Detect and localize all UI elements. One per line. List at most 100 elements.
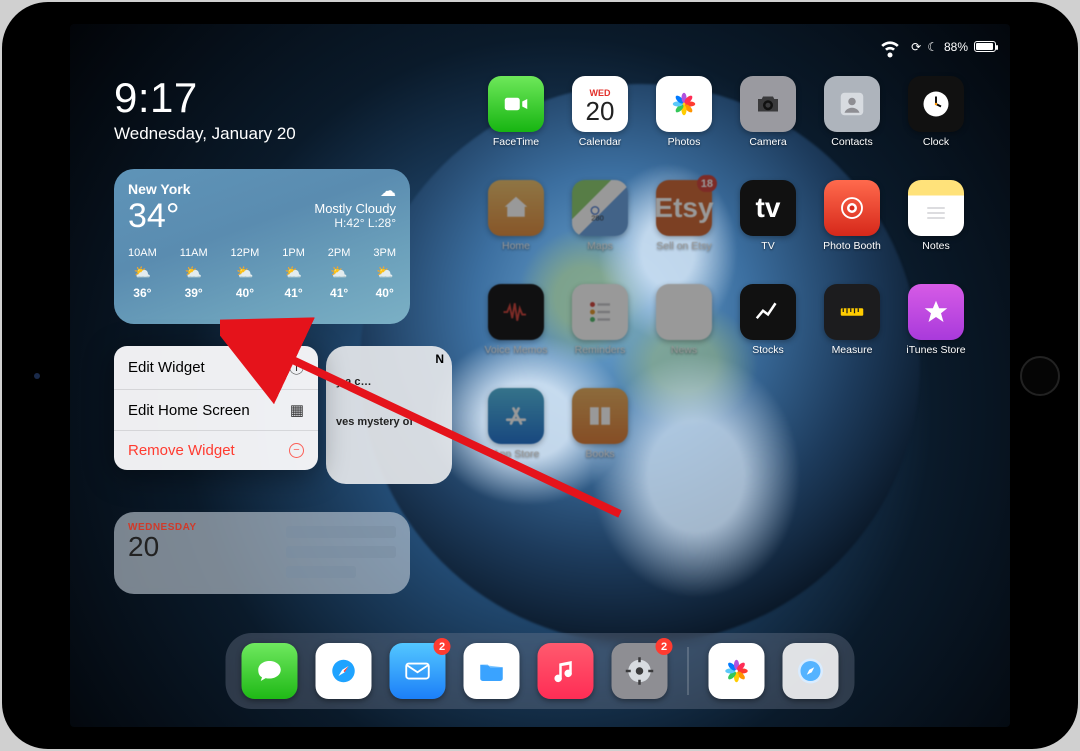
date: Wednesday, January 20 bbox=[114, 124, 296, 144]
dock: 2 2 bbox=[226, 633, 855, 709]
app-label: Notes bbox=[922, 240, 949, 252]
menu-remove-widget[interactable]: Remove Widget − bbox=[114, 431, 318, 470]
app-tv[interactable]: tv TV bbox=[726, 180, 810, 284]
dock-recent-safari[interactable] bbox=[783, 643, 839, 699]
dock-recent-photos[interactable] bbox=[709, 643, 765, 699]
app-label: News bbox=[671, 344, 697, 356]
clock-block: 9:17 Wednesday, January 20 bbox=[114, 74, 296, 144]
menu-label: Edit Home Screen bbox=[128, 402, 250, 419]
app-books[interactable]: Books bbox=[558, 388, 642, 492]
dock-safari[interactable] bbox=[316, 643, 372, 699]
app-voice-memos[interactable]: Voice Memos bbox=[474, 284, 558, 388]
hourly-forecast: 10AM⛅36° 11AM⛅39° 12PM⛅40° 1PM⛅41° 2PM⛅4… bbox=[128, 247, 396, 300]
wifi-icon bbox=[875, 30, 905, 63]
app-label: Reminders bbox=[575, 344, 626, 356]
tv-text: tv bbox=[756, 192, 781, 224]
app-stocks[interactable]: Stocks bbox=[726, 284, 810, 388]
notification-badge: 2 bbox=[656, 638, 673, 655]
app-maps[interactable]: 280Maps bbox=[558, 180, 642, 284]
app-photo-booth[interactable]: Photo Booth bbox=[810, 180, 894, 284]
weather-widget[interactable]: New York 34° ☁ Mostly Cloudy H:42° L:28°… bbox=[114, 169, 410, 324]
home-button[interactable] bbox=[1020, 356, 1060, 396]
partly-cloudy-icon: ⛅ bbox=[134, 264, 151, 281]
weather-location: New York bbox=[128, 181, 191, 197]
app-label: Books bbox=[585, 448, 614, 460]
news-headline: ves mystery of bbox=[336, 416, 442, 428]
app-label: Measure bbox=[832, 344, 873, 356]
app-label: Contacts bbox=[831, 136, 872, 148]
menu-label: Edit Widget bbox=[128, 359, 205, 376]
partly-cloudy-icon: ⛅ bbox=[236, 264, 253, 281]
app-news[interactable]: N News bbox=[642, 284, 726, 388]
app-contacts[interactable]: Contacts bbox=[810, 76, 894, 180]
hour-temp: 39° bbox=[185, 286, 203, 300]
dock-divider bbox=[688, 647, 689, 695]
widget-context-menu: Edit Widget ⓘ Edit Home Screen ▦ Remove … bbox=[114, 346, 318, 470]
dock-messages[interactable] bbox=[242, 643, 298, 699]
home-app-grid: FaceTime WED20Calendar Photos Camera Con… bbox=[474, 76, 978, 492]
app-label: Home bbox=[502, 240, 530, 252]
partly-cloudy-icon: ⛅ bbox=[330, 264, 347, 281]
calendar-widget[interactable]: WEDNESDAY 20 bbox=[114, 512, 410, 594]
ipad-frame: ⟳ ☾ 88% 9:17 Wednesday, January 20 New Y… bbox=[2, 2, 1078, 749]
app-clock[interactable]: Clock bbox=[894, 76, 978, 180]
menu-edit-home-screen[interactable]: Edit Home Screen ▦ bbox=[114, 390, 318, 431]
time: 9:17 bbox=[114, 74, 296, 122]
news-widget[interactable]: N y a c… ves mystery of bbox=[326, 346, 452, 484]
app-camera[interactable]: Camera bbox=[726, 76, 810, 180]
dock-mail[interactable]: 2 bbox=[390, 643, 446, 699]
app-label: Camera bbox=[749, 136, 786, 148]
app-label: Calendar bbox=[579, 136, 622, 148]
news-headline: y a c… bbox=[336, 376, 442, 388]
weather-hilo: H:42° L:28° bbox=[314, 216, 396, 230]
menu-label: Remove Widget bbox=[128, 442, 235, 459]
partly-cloudy-icon: ⛅ bbox=[376, 264, 393, 281]
app-label: Stocks bbox=[752, 344, 784, 356]
app-facetime[interactable]: FaceTime bbox=[474, 76, 558, 180]
orientation-lock-icon: ⟳ bbox=[911, 40, 921, 54]
hour-label: 10AM bbox=[128, 247, 157, 259]
dnd-icon: ☾ bbox=[927, 40, 938, 54]
hour-label: 11AM bbox=[180, 247, 208, 259]
dock-settings[interactable]: 2 bbox=[612, 643, 668, 699]
app-home[interactable]: Home bbox=[474, 180, 558, 284]
dock-music[interactable] bbox=[538, 643, 594, 699]
calendar-events-placeholder bbox=[286, 526, 396, 578]
menu-edit-widget[interactable]: Edit Widget ⓘ bbox=[114, 346, 318, 390]
info-icon: ⓘ bbox=[289, 357, 304, 378]
hour-temp: 40° bbox=[376, 286, 394, 300]
app-label: Voice Memos bbox=[484, 344, 547, 356]
weather-temp: 34° bbox=[128, 199, 191, 233]
app-label: Photos bbox=[668, 136, 701, 148]
hour-temp: 36° bbox=[133, 286, 151, 300]
hour-temp: 40° bbox=[236, 286, 254, 300]
app-label: TV bbox=[761, 240, 774, 252]
hour-label: 3PM bbox=[373, 247, 396, 259]
app-label: FaceTime bbox=[493, 136, 539, 148]
app-measure[interactable]: Measure bbox=[810, 284, 894, 388]
app-label: iTunes Store bbox=[906, 344, 965, 356]
app-etsy[interactable]: Etsy18Sell on Etsy bbox=[642, 180, 726, 284]
status-bar: ⟳ ☾ 88% bbox=[875, 30, 996, 63]
app-notes[interactable]: Notes bbox=[894, 180, 978, 284]
cloud-icon: ☁ bbox=[314, 181, 396, 201]
app-itunes-store[interactable]: iTunes Store bbox=[894, 284, 978, 388]
app-label: App Store bbox=[493, 448, 540, 460]
partly-cloudy-icon: ⛅ bbox=[185, 264, 202, 281]
app-reminders[interactable]: Reminders bbox=[558, 284, 642, 388]
notification-badge: 18 bbox=[697, 175, 717, 192]
hour-label: 12PM bbox=[231, 247, 260, 259]
minus-circle-icon: − bbox=[289, 443, 304, 458]
news-glyph: N bbox=[674, 296, 694, 328]
weather-condition: Mostly Cloudy bbox=[314, 201, 396, 216]
hour-temp: 41° bbox=[284, 286, 302, 300]
app-label: Sell on Etsy bbox=[656, 240, 711, 252]
app-label: Photo Booth bbox=[823, 240, 881, 252]
app-photos[interactable]: Photos bbox=[642, 76, 726, 180]
news-logo-icon: N bbox=[435, 352, 444, 366]
svg-text:280: 280 bbox=[591, 214, 604, 223]
dock-files[interactable] bbox=[464, 643, 520, 699]
app-app-store[interactable]: App Store bbox=[474, 388, 558, 492]
app-calendar[interactable]: WED20Calendar bbox=[558, 76, 642, 180]
battery-icon bbox=[974, 41, 996, 52]
